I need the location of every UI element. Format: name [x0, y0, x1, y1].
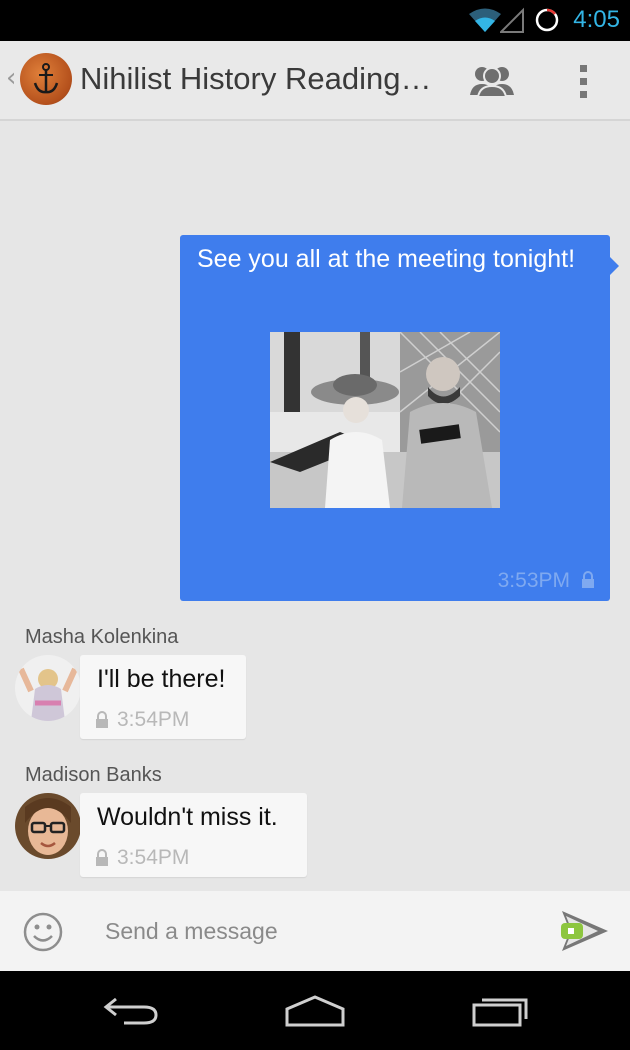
status-bar: 4:05: [0, 0, 630, 41]
sender-name: Masha Kolenkina: [25, 626, 179, 648]
avatar[interactable]: [15, 655, 81, 721]
avatar-image: [15, 655, 81, 721]
message-timestamp: 3:54PM: [117, 708, 190, 731]
bubble-tail: [610, 257, 619, 275]
incoming-message-bubble[interactable]: I'll be there! 3:54PM: [80, 655, 246, 739]
status-time: 4:05: [573, 6, 620, 33]
incoming-message-bubble[interactable]: Wouldn't miss it. 3:54PM: [80, 793, 307, 877]
send-icon[interactable]: [558, 907, 610, 955]
message-timestamp: 3:54PM: [117, 846, 190, 869]
message-text: I'll be there!: [97, 665, 226, 693]
lock-icon: [96, 849, 108, 866]
message-timestamp: 3:53PM: [497, 569, 570, 592]
anchor-icon: [33, 63, 59, 94]
conversation-title: Nihilist History Reading…: [80, 61, 432, 96]
message-text: See you all at the meeting tonight!: [197, 245, 576, 273]
attached-photo[interactable]: [270, 332, 500, 508]
group-avatar[interactable]: [20, 53, 72, 105]
back-nav-icon[interactable]: [100, 991, 162, 1031]
outgoing-message-bubble[interactable]: See you all at the meeting tonight! 3:53…: [180, 235, 619, 601]
overflow-menu-icon[interactable]: [572, 61, 596, 101]
photo-image: [270, 332, 500, 508]
message-composer: Send a message: [0, 891, 630, 971]
avatar-image: [15, 793, 81, 859]
signal-icon: [500, 7, 524, 33]
people-icon[interactable]: [466, 63, 518, 99]
system-nav-bar: [0, 971, 630, 1050]
avatar[interactable]: [15, 793, 81, 859]
message-list[interactable]: See you all at the meeting tonight! 3:53…: [0, 121, 630, 891]
action-bar: ‹ Nihilist History Reading…: [0, 41, 630, 121]
emoji-icon[interactable]: [22, 911, 64, 953]
lock-icon: [96, 711, 108, 728]
recents-nav-icon[interactable]: [470, 991, 532, 1031]
wifi-icon: [469, 8, 501, 32]
sender-name: Madison Banks: [25, 764, 162, 786]
lock-icon: [582, 571, 594, 588]
up-caret-icon[interactable]: ‹: [6, 63, 16, 93]
home-nav-icon[interactable]: [283, 991, 347, 1031]
message-text: Wouldn't miss it.: [97, 803, 278, 831]
battery-icon: [535, 8, 559, 32]
message-input[interactable]: Send a message: [105, 918, 278, 945]
